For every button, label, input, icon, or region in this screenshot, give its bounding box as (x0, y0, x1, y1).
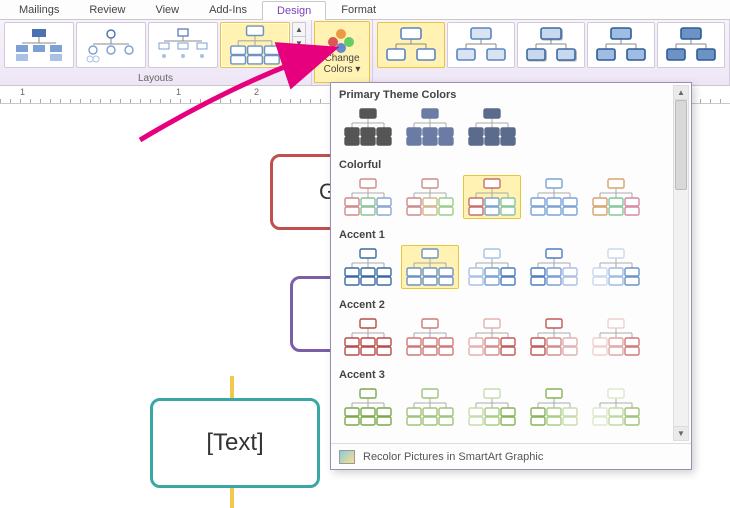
style-option-3[interactable] (587, 22, 655, 68)
style-option-1[interactable] (447, 22, 515, 68)
layout-option-0[interactable] (4, 22, 74, 68)
ruler-number: 1 (20, 87, 25, 97)
color-swatch[interactable] (401, 245, 459, 289)
color-swatch[interactable] (401, 385, 459, 429)
dropdown-footer[interactable]: Recolor Pictures in SmartArt Graphic (331, 443, 691, 469)
color-swatch[interactable] (463, 175, 521, 219)
tab-design[interactable]: Design (262, 1, 326, 20)
color-swatch[interactable] (525, 385, 583, 429)
ruler-number: 1 (176, 87, 181, 97)
change-colors-label-1: Change (324, 53, 359, 64)
scroll-thumb[interactable] (675, 100, 687, 190)
tab-format[interactable]: Format (326, 0, 391, 19)
color-swatch[interactable] (587, 175, 645, 219)
swatch-row (333, 173, 671, 225)
color-swatch[interactable] (401, 315, 459, 359)
group-styles (373, 20, 730, 85)
color-swatch[interactable] (339, 245, 397, 289)
dropdown-body: Primary Theme Colors (333, 85, 671, 441)
style-option-0[interactable] (377, 22, 445, 68)
style-option-2[interactable] (517, 22, 585, 68)
color-swatch[interactable] (587, 315, 645, 359)
gallery-spinner: ▲ ▼ ▾ (292, 22, 306, 67)
swatch-row (333, 383, 671, 435)
section-header: Accent 3 (333, 365, 671, 383)
change-colors-button[interactable]: Change Colors ▾ (314, 21, 370, 83)
tab-mailings[interactable]: Mailings (4, 0, 74, 19)
layout-option-3[interactable] (220, 22, 290, 68)
tab-view[interactable]: View (140, 0, 194, 19)
tab-review[interactable]: Review (74, 0, 140, 19)
color-swatch[interactable] (339, 315, 397, 359)
color-swatch[interactable] (587, 245, 645, 289)
scroll-up-button[interactable]: ▲ (674, 86, 688, 100)
color-swatch[interactable] (339, 385, 397, 429)
change-colors-icon (328, 29, 356, 51)
gallery-more[interactable]: ▾ (292, 52, 306, 67)
smartart-box-3-text: [Text] (206, 429, 263, 457)
gallery-down[interactable]: ▼ (292, 37, 306, 52)
section-header: Accent 1 (333, 225, 671, 243)
color-swatch[interactable] (339, 175, 397, 219)
color-swatch[interactable] (525, 315, 583, 359)
connector (230, 488, 234, 508)
gallery-up[interactable]: ▲ (292, 22, 306, 37)
layout-option-2[interactable] (148, 22, 218, 68)
section-header: Colorful (333, 155, 671, 173)
color-swatch[interactable] (525, 175, 583, 219)
recolor-pictures-label: Recolor Pictures in SmartArt Graphic (363, 451, 543, 463)
color-swatch[interactable] (401, 175, 459, 219)
color-swatch[interactable] (463, 315, 521, 359)
ruler-number: 2 (254, 87, 259, 97)
ribbon-tabs: MailingsReviewViewAdd-InsDesignFormat (0, 0, 730, 20)
ribbon: ▲ ▼ ▾ Layouts Change Colors ▾ (0, 20, 730, 86)
change-colors-dropdown: Primary Theme Colors (330, 82, 692, 470)
group-change-colors: Change Colors ▾ (312, 20, 373, 85)
dropdown-scrollbar[interactable]: ▲ ▼ (673, 85, 689, 441)
color-swatch[interactable] (587, 385, 645, 429)
group-label-layouts: Layouts (0, 73, 311, 84)
swatch-row (333, 243, 671, 295)
tab-add-ins[interactable]: Add-Ins (194, 0, 262, 19)
color-swatch[interactable] (463, 385, 521, 429)
layout-option-1[interactable] (76, 22, 146, 68)
recolor-pictures-icon (339, 450, 355, 464)
swatch-row (333, 313, 671, 365)
style-option-4[interactable] (657, 22, 725, 68)
layout-gallery (4, 22, 290, 68)
scroll-down-button[interactable]: ▼ (674, 426, 688, 440)
color-swatch[interactable] (463, 245, 521, 289)
change-colors-label-2: Colors ▾ (324, 64, 361, 75)
color-swatch[interactable] (339, 105, 397, 149)
section-header: Accent 2 (333, 295, 671, 313)
color-swatch[interactable] (463, 105, 521, 149)
swatch-row (333, 103, 671, 155)
color-swatch[interactable] (525, 245, 583, 289)
group-layouts: ▲ ▼ ▾ Layouts (0, 20, 312, 85)
section-header: Primary Theme Colors (333, 85, 671, 103)
color-swatch[interactable] (401, 105, 459, 149)
smartart-box-3[interactable]: [Text] (150, 398, 320, 488)
